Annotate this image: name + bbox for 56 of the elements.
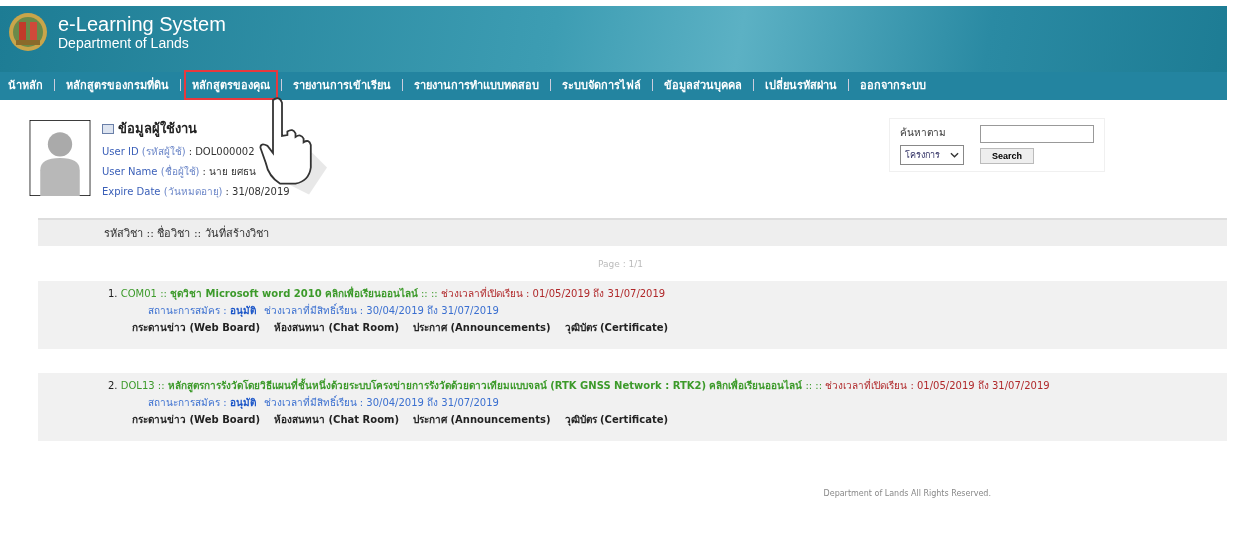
status-label: สถานะการสมัคร : — [148, 397, 227, 408]
course-name: หลักสูตรการรังวัดโดยวิธีแผนที่ชั้นหนึ่งด้วยระบบโครงข่ายการรังวัดด้วยดาวเทียมแบบจลน์ (RTK GNSS Network : RTK2) — [167, 380, 707, 391]
online-link[interactable]: คลิกเพื่อเรียนออนไลน์ — [709, 380, 803, 391]
access-period: ช่วงเวลาที่มีสิทธิ์เรียน : 30/04/2019 ถึง 31/07/2019 — [263, 305, 499, 316]
field-label: User Name (ชื่อผู้ใช้) — [102, 166, 200, 177]
course-number: 1. — [108, 288, 118, 299]
course-tool-link[interactable]: กระดานข่าว (Web Board) — [132, 411, 261, 429]
separator-text: :: — [160, 288, 167, 299]
access-period: ช่วงเวลาที่มีสิทธิ์เรียน : 30/04/2019 ถึง 31/07/2019 — [263, 397, 499, 408]
search-label: ค้นหาตาม — [900, 126, 947, 140]
course-number: 2. — [108, 380, 118, 391]
list-header: รหัสวิชา :: ชื่อวิชา :: วันที่สร้างวิชา — [38, 218, 1227, 246]
open-period: ช่วงเวลาที่เปิดเรียน : 01/05/2019 ถึง 31/07/2019 — [440, 288, 666, 299]
open-period: ช่วงเวลาที่เปิดเรียน : 01/05/2019 ถึง 31/07/2019 — [825, 380, 1050, 391]
online-link[interactable]: คลิกเพื่อเรียนออนไลน์ — [324, 288, 418, 299]
nav-link[interactable]: รายงานการเข้าเรียน — [285, 70, 399, 100]
course-name: ชุดวิชา Microsoft word 2010 — [170, 288, 322, 299]
nav-link[interactable]: หลักสูตรของคุณ — [184, 70, 278, 100]
field-label: User ID (รหัสผู้ใช้) — [102, 146, 186, 157]
search-field[interactable] — [980, 125, 1094, 143]
emblem-logo — [8, 12, 48, 52]
search-button[interactable]: Search — [980, 148, 1034, 164]
nav-link[interactable]: เปลี่ยนรหัสผ่าน — [757, 70, 845, 100]
field-value: : DOL000002 — [188, 146, 255, 157]
nav-link[interactable]: รายงานการทำแบบทดสอบ — [406, 70, 547, 100]
site-subtitle: Department of Lands — [58, 35, 190, 51]
course-tool-link[interactable]: ประกาศ (Announcements) — [413, 319, 551, 337]
nav-link[interactable]: หลักสูตรของกรมที่ดิน — [58, 70, 177, 100]
site-title: e-Learning System — [58, 13, 226, 35]
separator-text: :: — [157, 380, 165, 391]
separator-text: :: :: — [421, 288, 438, 299]
course-tool-link[interactable]: วุฒิบัตร (Certificate) — [564, 319, 669, 337]
footer-text: Department of Lands All Rights Reserved. — [823, 489, 991, 498]
nav-link[interactable]: ข้อมูลส่วนบุคคล — [656, 70, 750, 100]
course-tool-link[interactable]: กระดานข่าว (Web Board) — [132, 319, 261, 337]
nav-link[interactable]: น้าหลัก — [0, 70, 51, 100]
field-label: Expire Date (วันหมดอายุ) — [102, 186, 223, 197]
status-value: อนุมัติ — [229, 397, 256, 408]
status-label: สถานะการสมัคร : — [148, 305, 227, 316]
page-indicator: Page : 1/1 — [598, 259, 643, 269]
course-code: COM01 — [120, 288, 157, 299]
field-value: : นาย ยศธน — [202, 166, 257, 177]
course-tool-link[interactable]: ห้องสนทนา (Chat Room) — [274, 411, 399, 429]
course-code: DOL13 — [120, 380, 155, 391]
separator-text: :: :: — [805, 380, 823, 391]
course-tool-link[interactable]: วุฒิบัตร (Certificate) — [564, 411, 669, 429]
search-dropdown[interactable]: โครงการ — [900, 145, 964, 165]
status-value: อนุมัติ — [229, 305, 256, 316]
nav-link[interactable]: ออกจากระบบ — [852, 70, 934, 100]
field-value: : 31/08/2019 — [225, 186, 290, 197]
section-heading: ข้อมูลผู้ใช้งาน — [118, 119, 197, 139]
caret-icon — [950, 152, 959, 158]
id-card-icon — [102, 123, 114, 134]
nav-link[interactable]: ระบบจัดการไฟล์ — [554, 70, 649, 100]
course-tool-link[interactable]: ประกาศ (Announcements) — [413, 411, 551, 429]
course-tool-link[interactable]: ห้องสนทนา (Chat Room) — [274, 319, 399, 337]
